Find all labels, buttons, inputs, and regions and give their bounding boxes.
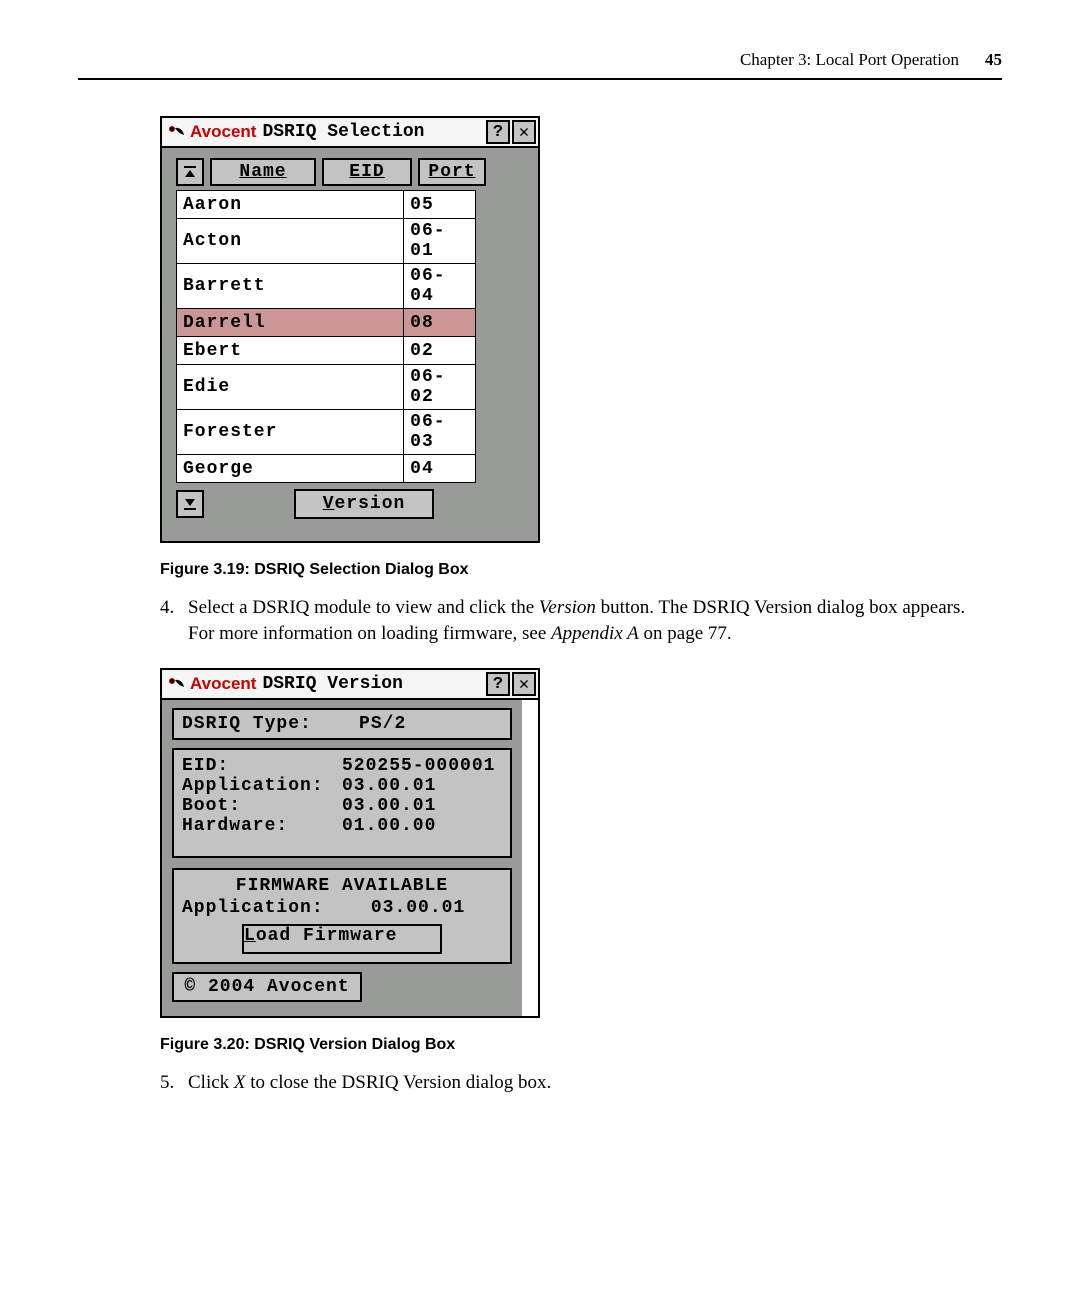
column-header-eid[interactable]: EID [322, 158, 412, 186]
dialog-titlebar: Avocent DSRIQ Selection ? ✕ [162, 118, 538, 148]
hardware-label: Hardware: [182, 816, 342, 836]
row-name: Aaron [177, 191, 404, 219]
dsriq-type-label: DSRIQ Type: [182, 714, 312, 734]
step-number: 5. [160, 1070, 188, 1096]
help-button[interactable]: ? [486, 672, 510, 696]
brand-text: Avocent [190, 122, 262, 142]
row-port: 06-01 [404, 219, 476, 264]
brand-text: Avocent [190, 674, 262, 694]
table-row[interactable]: Edie06-02 [177, 365, 476, 410]
help-button[interactable]: ? [486, 120, 510, 144]
column-header-port[interactable]: Port [418, 158, 486, 186]
step4-italic-version: Version [539, 597, 596, 618]
row-name: Ebert [177, 337, 404, 365]
table-row[interactable]: Acton06-01 [177, 219, 476, 264]
avocent-logo-icon [162, 120, 190, 144]
row-name: Darrell [177, 309, 404, 337]
dialog-title-text: DSRIQ Selection [262, 122, 484, 142]
row-name: Forester [177, 410, 404, 455]
boot-label: Boot: [182, 796, 342, 816]
row-port: 04 [404, 455, 476, 483]
close-button[interactable]: ✕ [512, 120, 536, 144]
fw-application-value: 03.00.01 [371, 898, 465, 918]
table-row[interactable]: Darrell08 [177, 309, 476, 337]
close-button[interactable]: ✕ [512, 672, 536, 696]
row-name: Barrett [177, 264, 404, 309]
table-row[interactable]: Ebert02 [177, 337, 476, 365]
dsriq-selection-dialog: Avocent DSRIQ Selection ? ✕ Name EID Por… [160, 116, 540, 543]
load-firmware-button[interactable]: Load Firmware [242, 924, 442, 954]
row-name: George [177, 455, 404, 483]
step5-post: to close the DSRIQ Version dialog box. [250, 1072, 551, 1093]
column-header-name[interactable]: Name [210, 158, 316, 186]
step-4: 4. Select a DSRIQ module to view and cli… [160, 595, 1002, 646]
chapter-label: Chapter 3: Local Port Operation [740, 50, 959, 70]
version-button[interactable]: Version [294, 489, 434, 519]
table-row[interactable]: Forester06-03 [177, 410, 476, 455]
step5-pre: Click [188, 1072, 234, 1093]
eid-label: EID: [182, 756, 342, 776]
step4-italic-appendix: Appendix A [551, 623, 639, 644]
table-row[interactable]: Barrett06-04 [177, 264, 476, 309]
dsriq-type-value: PS/2 [359, 714, 406, 734]
row-port: 05 [404, 191, 476, 219]
dsriq-info-box: EID: 520255-000001 Application: 03.00.01… [172, 748, 512, 858]
figure-caption-3-19: Figure 3.19: DSRIQ Selection Dialog Box [160, 561, 1002, 579]
copyright-button[interactable]: © 2004 Avocent [172, 972, 362, 1002]
step-number: 4. [160, 595, 188, 646]
row-port: 02 [404, 337, 476, 365]
avocent-logo-icon [162, 672, 190, 696]
table-row[interactable]: George04 [177, 455, 476, 483]
step5-italic-x: X [234, 1072, 246, 1093]
step4-post: on page 77. [644, 623, 732, 644]
row-name: Edie [177, 365, 404, 410]
step4-pre: Select a DSRIQ module to view and click … [188, 597, 539, 618]
dsriq-type-field: DSRIQ Type: PS/2 [172, 708, 512, 740]
fw-application-label: Application: [182, 898, 324, 918]
step-5: 5. Click X to close the DSRIQ Version di… [160, 1070, 1002, 1096]
application-value: 03.00.01 [342, 776, 436, 796]
page-number: 45 [985, 50, 1002, 70]
row-port: 08 [404, 309, 476, 337]
figure-caption-3-20: Figure 3.20: DSRIQ Version Dialog Box [160, 1036, 1002, 1054]
boot-value: 03.00.01 [342, 796, 436, 816]
row-port: 06-02 [404, 365, 476, 410]
dialog-titlebar: Avocent DSRIQ Version ? ✕ [162, 670, 538, 700]
scroll-up-button[interactable] [176, 158, 204, 186]
row-port: 06-04 [404, 264, 476, 309]
firmware-available-heading: FIRMWARE AVAILABLE [182, 876, 502, 896]
dsriq-selection-table: Aaron05Acton06-01Barrett06-04Darrell08Eb… [176, 190, 476, 483]
table-row[interactable]: Aaron05 [177, 191, 476, 219]
application-label: Application: [182, 776, 342, 796]
dialog-title-text: DSRIQ Version [262, 674, 484, 694]
page-header: Chapter 3: Local Port Operation 45 [78, 50, 1002, 80]
eid-value: 520255-000001 [342, 756, 495, 776]
firmware-available-box: FIRMWARE AVAILABLE Application: 03.00.01… [172, 868, 512, 964]
row-port: 06-03 [404, 410, 476, 455]
scroll-down-button[interactable] [176, 490, 204, 518]
hardware-value: 01.00.00 [342, 816, 436, 836]
row-name: Acton [177, 219, 404, 264]
dsriq-version-dialog: Avocent DSRIQ Version ? ✕ DSRIQ Type: PS… [160, 668, 540, 1018]
